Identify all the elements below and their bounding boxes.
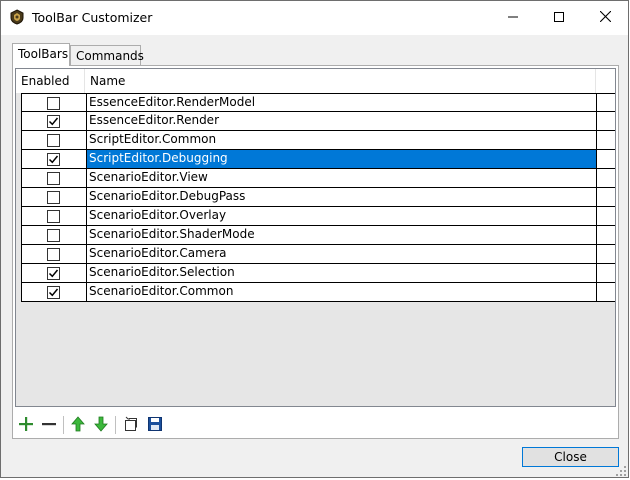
- resize-grip-icon[interactable]: [615, 465, 627, 480]
- enabled-checkbox[interactable]: [47, 191, 60, 204]
- enabled-cell: [21, 245, 86, 264]
- column-header-filler: [596, 69, 615, 93]
- enabled-cell: [21, 93, 86, 112]
- filler-cell: [597, 93, 615, 112]
- enabled-checkbox[interactable]: [47, 210, 60, 223]
- filler-cell: [597, 150, 615, 169]
- window-title: ToolBar Customizer: [32, 10, 153, 25]
- add-button[interactable]: [16, 414, 36, 436]
- remove-icon: [41, 416, 57, 435]
- remove-button[interactable]: [39, 414, 59, 436]
- title-bar: ToolBar Customizer: [1, 1, 628, 35]
- close-icon: [599, 10, 611, 25]
- filler-cell: [597, 131, 615, 150]
- grid-header: Enabled Name: [16, 69, 615, 94]
- move-down-icon: [94, 416, 108, 435]
- maximize-button[interactable]: [536, 1, 582, 35]
- table-row[interactable]: ScenarioEditor.Selection: [21, 264, 615, 283]
- tab-toolbars[interactable]: ToolBars: [12, 43, 70, 66]
- enabled-cell: [21, 150, 86, 169]
- table-row[interactable]: ScenarioEditor.Common: [21, 283, 615, 302]
- enabled-checkbox[interactable]: [47, 134, 60, 147]
- enabled-cell: [21, 131, 86, 150]
- column-header-name[interactable]: Name: [85, 69, 596, 93]
- enabled-checkbox[interactable]: [47, 286, 60, 299]
- toolbar-customizer-window: ToolBar Customizer ToolBars Commands Ena…: [0, 0, 629, 478]
- move-up-button[interactable]: [68, 414, 88, 436]
- name-cell[interactable]: ScriptEditor.Debugging: [86, 150, 597, 169]
- column-header-enabled[interactable]: Enabled: [16, 69, 85, 93]
- move-up-icon: [71, 415, 85, 435]
- enabled-cell: [21, 283, 86, 302]
- name-cell[interactable]: ScenarioEditor.Common: [86, 283, 597, 302]
- enabled-checkbox[interactable]: [47, 153, 60, 166]
- name-cell[interactable]: ScenarioEditor.ShaderMode: [86, 226, 597, 245]
- enabled-cell: [21, 169, 86, 188]
- table-row[interactable]: ScenarioEditor.DebugPass: [21, 188, 615, 207]
- enabled-cell: [21, 264, 86, 283]
- table-row[interactable]: ScenarioEditor.Camera: [21, 245, 615, 264]
- open-icon: [123, 416, 139, 435]
- tab-commands[interactable]: Commands: [70, 45, 144, 65]
- checkmark-icon: [48, 269, 59, 278]
- enabled-cell: [21, 112, 86, 131]
- table-row[interactable]: ScriptEditor.Debugging: [21, 150, 615, 169]
- enabled-checkbox[interactable]: [47, 115, 60, 128]
- filler-cell: [597, 169, 615, 188]
- name-cell[interactable]: ScenarioEditor.View: [86, 169, 597, 188]
- checkmark-icon: [48, 288, 59, 297]
- enabled-cell: [21, 226, 86, 245]
- name-cell[interactable]: ScenarioEditor.Selection: [86, 264, 597, 283]
- save-button[interactable]: [145, 414, 165, 436]
- toolbar-separator: [63, 416, 64, 434]
- filler-cell: [597, 226, 615, 245]
- enabled-checkbox[interactable]: [47, 229, 60, 242]
- enabled-cell: [21, 188, 86, 207]
- name-cell[interactable]: ScenarioEditor.Camera: [86, 245, 597, 264]
- checkmark-icon: [48, 155, 59, 164]
- toolbar-separator: [115, 416, 116, 434]
- name-cell[interactable]: EssenceEditor.Render: [86, 112, 597, 131]
- enabled-checkbox[interactable]: [47, 172, 60, 185]
- app-icon: [9, 9, 25, 25]
- enabled-cell: [21, 207, 86, 226]
- filler-cell: [597, 264, 615, 283]
- table-row[interactable]: ScriptEditor.Common: [21, 131, 615, 150]
- close-button[interactable]: Close: [522, 447, 619, 467]
- name-cell[interactable]: ScenarioEditor.Overlay: [86, 207, 597, 226]
- filler-cell: [597, 112, 615, 131]
- close-window-button[interactable]: [582, 1, 628, 35]
- move-down-button[interactable]: [91, 414, 111, 436]
- table-row[interactable]: ScenarioEditor.View: [21, 169, 615, 188]
- table-row[interactable]: EssenceEditor.Render: [21, 112, 615, 131]
- name-cell[interactable]: ScenarioEditor.DebugPass: [86, 188, 597, 207]
- enabled-checkbox[interactable]: [47, 267, 60, 280]
- filler-cell: [597, 188, 615, 207]
- filler-cell: [597, 245, 615, 264]
- minimize-button[interactable]: [490, 1, 536, 35]
- filler-cell: [597, 207, 615, 226]
- add-icon: [18, 416, 34, 435]
- open-button[interactable]: [121, 414, 141, 436]
- maximize-icon: [554, 11, 564, 25]
- table-row[interactable]: ScenarioEditor.ShaderMode: [21, 226, 615, 245]
- toolbars-grid[interactable]: Enabled Name EssenceEditor.RenderModel Es…: [15, 68, 616, 407]
- enabled-checkbox[interactable]: [47, 248, 60, 261]
- name-cell[interactable]: EssenceEditor.RenderModel: [86, 93, 597, 112]
- minimize-icon: [508, 11, 518, 25]
- name-cell[interactable]: ScriptEditor.Common: [86, 131, 597, 150]
- table-row[interactable]: EssenceEditor.RenderModel: [21, 93, 615, 112]
- enabled-checkbox[interactable]: [47, 97, 60, 110]
- checkmark-icon: [48, 117, 59, 126]
- filler-cell: [597, 283, 615, 302]
- table-row[interactable]: ScenarioEditor.Overlay: [21, 207, 615, 226]
- toolbars-panel: Enabled Name EssenceEditor.RenderModel Es…: [12, 65, 619, 439]
- save-icon: [147, 416, 163, 435]
